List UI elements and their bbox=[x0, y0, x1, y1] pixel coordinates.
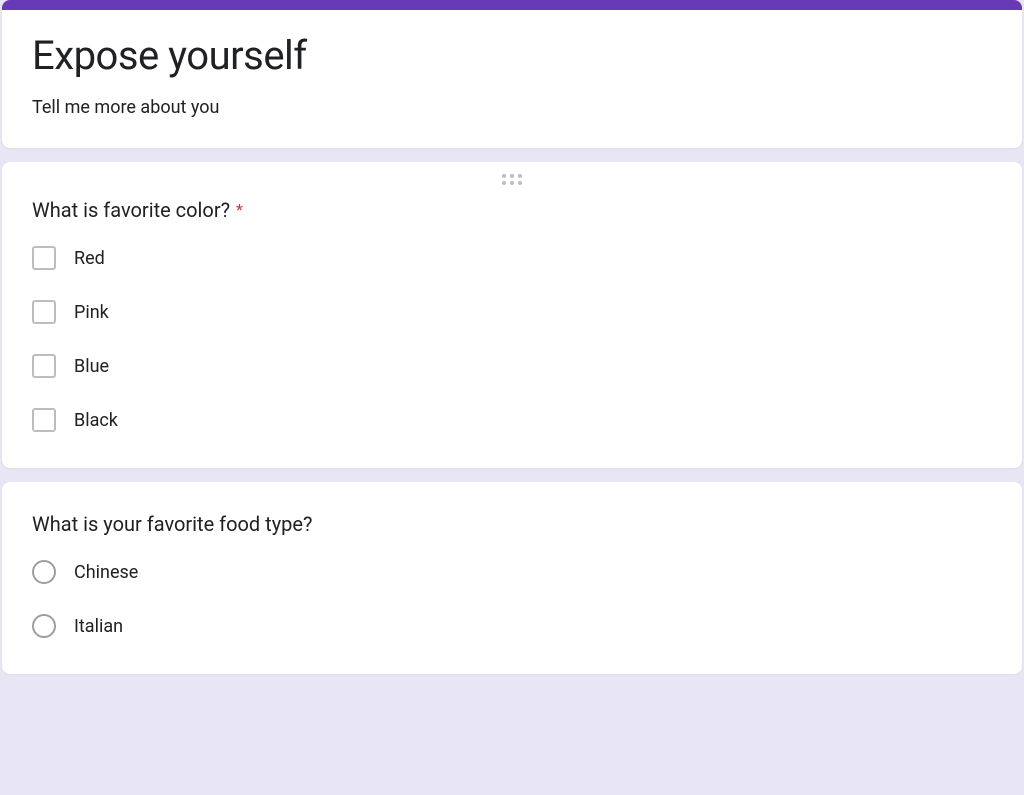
options-list: Red Pink Blue Black bbox=[32, 246, 992, 432]
radio-italian[interactable] bbox=[32, 614, 56, 638]
checkbox-black[interactable] bbox=[32, 408, 56, 432]
question-title: What is favorite color? bbox=[32, 198, 230, 222]
question-title-row: What is favorite color? * bbox=[32, 198, 992, 222]
form-header-card: Expose yourself Tell me more about you bbox=[2, 0, 1022, 148]
question-title: What is your favorite food type? bbox=[32, 512, 312, 536]
option-row: Pink bbox=[32, 300, 992, 324]
form-description: Tell me more about you bbox=[32, 97, 992, 118]
radio-chinese[interactable] bbox=[32, 560, 56, 584]
option-label: Blue bbox=[74, 356, 109, 377]
question-card-food: What is your favorite food type? Chinese… bbox=[2, 482, 1022, 674]
form-title: Expose yourself bbox=[32, 32, 992, 79]
question-card-color: What is favorite color? * Red Pink Blue … bbox=[2, 162, 1022, 468]
checkbox-red[interactable] bbox=[32, 246, 56, 270]
option-row: Black bbox=[32, 408, 992, 432]
option-row: Italian bbox=[32, 614, 992, 638]
option-label: Chinese bbox=[74, 562, 138, 583]
option-label: Red bbox=[74, 248, 105, 269]
checkbox-pink[interactable] bbox=[32, 300, 56, 324]
options-list: Chinese Italian bbox=[32, 560, 992, 638]
drag-handle-icon[interactable] bbox=[498, 170, 526, 189]
option-label: Black bbox=[74, 410, 118, 431]
question-title-row: What is your favorite food type? bbox=[32, 512, 992, 536]
option-label: Italian bbox=[74, 616, 123, 637]
option-row: Blue bbox=[32, 354, 992, 378]
option-row: Chinese bbox=[32, 560, 992, 584]
option-label: Pink bbox=[74, 302, 109, 323]
checkbox-blue[interactable] bbox=[32, 354, 56, 378]
required-asterisk-icon: * bbox=[236, 200, 243, 219]
option-row: Red bbox=[32, 246, 992, 270]
